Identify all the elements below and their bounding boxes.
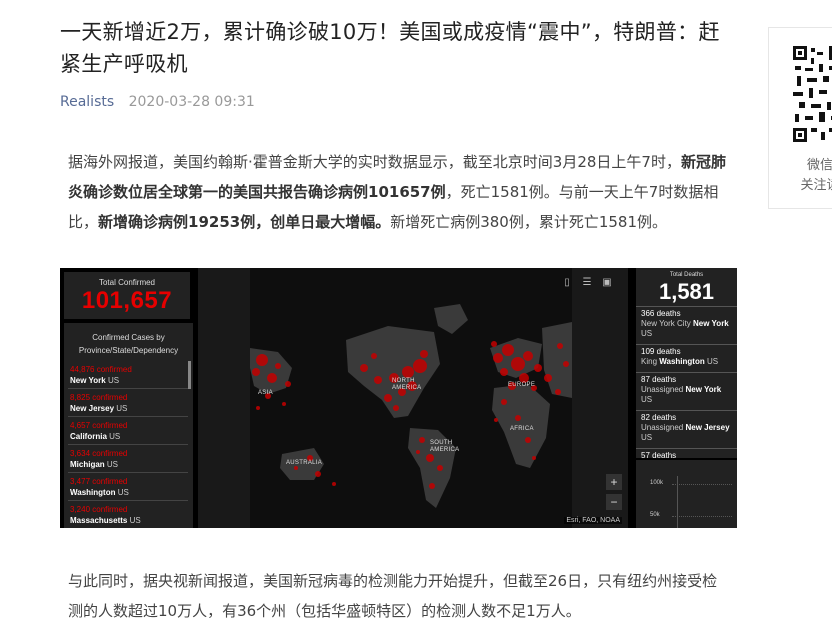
list-icon[interactable]: ☰ (580, 276, 594, 290)
death-count: 366 deaths (641, 309, 681, 318)
case-count: 8,825 confirmed (70, 393, 128, 402)
bookmark-icon[interactable]: ▯ (560, 276, 574, 290)
case-country: US (109, 432, 121, 441)
death-place-bold: New York (685, 385, 722, 394)
paragraph-2: 与此同时，据央视新闻报道，美国新冠病毒的检测能力开始提升，但截至26日，只有纽约… (68, 572, 718, 620)
death-country: US (641, 395, 653, 404)
case-place: California (70, 432, 107, 441)
paragraph-1: 据海外网报道，美国约翰斯·霍普金斯大学的实时数据显示，截至北京时间3月28日上午… (68, 147, 732, 237)
graph-grid-line (672, 516, 732, 517)
map-landmasses (250, 268, 572, 528)
article-title: 一天新增近2万，累计确诊破10万！美国或成疫情“震中”，特朗普：赶紧生产呼吸机 (60, 20, 720, 76)
list-item[interactable]: 44,876 confirmed New York US (68, 361, 188, 389)
death-place-plain: Unassigned (641, 385, 684, 394)
death-row[interactable]: 87 deaths Unassigned New York US (636, 372, 737, 407)
list-item[interactable]: 4,657 confirmed California US (68, 417, 188, 445)
wechat-follow-box[interactable]: 微信 关注读 (768, 27, 832, 209)
case-count: 4,657 confirmed (70, 421, 128, 430)
case-count: 3,634 confirmed (70, 449, 128, 458)
death-place-bold: Washington (659, 357, 705, 366)
region-label-australia: AUSTRALIA (286, 460, 323, 466)
case-place: New York (70, 376, 106, 385)
wechat-follow-text: 微信 关注读 (785, 156, 832, 196)
region-label-asia: ASIA (258, 390, 273, 396)
follow-label: 关注读 (800, 178, 832, 193)
death-place-bold: New Jersey (685, 423, 730, 432)
case-country: US (106, 460, 119, 469)
confirmed-cases-panel: Confirmed Cases by Province/State/Depend… (64, 323, 193, 528)
case-place: Massachusetts (70, 516, 128, 525)
confirmed-cases-list: 44,876 confirmed New York US 8,825 confir… (68, 361, 188, 528)
p1-text-a: 据海外网报道，美国约翰斯·霍普金斯大学的实时数据显示，截至北京时间3月28日上午… (68, 153, 681, 171)
map-toolbar: ▯ ☰ ▣ (560, 276, 620, 292)
qr-icon[interactable]: ▣ (600, 276, 614, 290)
total-confirmed-label: Total Confirmed (98, 278, 156, 287)
case-count: 3,240 confirmed (70, 505, 128, 514)
death-place-bold: New York (693, 319, 729, 328)
author-link[interactable]: Realists (60, 94, 114, 110)
death-place-plain: King (641, 357, 658, 366)
world-map[interactable]: ASIA NORTH AMERICA EUROPE AFRICA SOUTH A… (198, 268, 628, 528)
region-label-north-america: NORTH AMERICA (392, 378, 422, 391)
trend-graph: 100k 50k (636, 460, 737, 528)
case-count: 3,477 confirmed (70, 477, 128, 486)
total-deaths-panel: Total Deaths 1,581 366 deaths New York Ci… (636, 268, 737, 460)
case-count: 44,876 confirmed (70, 365, 132, 374)
wechat-label: 微信 (806, 158, 832, 173)
region-label-south-america: SOUTH AMERICA (430, 440, 460, 453)
graph-label-top: 100k (650, 480, 664, 486)
list-item[interactable]: 3,477 confirmed Washington US (68, 473, 188, 501)
cases-scrollbar[interactable] (188, 361, 191, 389)
case-country: US (116, 404, 128, 413)
case-country: US (117, 488, 129, 497)
zoom-out-button[interactable]: − (606, 494, 622, 510)
total-deaths-label: Total Deaths (669, 272, 704, 278)
total-confirmed-panel: Total Confirmed 101,657 (64, 272, 190, 319)
region-label-africa: AFRICA (510, 426, 534, 432)
death-country: US (706, 357, 719, 366)
death-count: 87 deaths (641, 375, 677, 384)
case-place: Washington (70, 488, 116, 497)
list-item[interactable]: 8,825 confirmed New Jersey US (68, 389, 188, 417)
death-place-plain: New York City (641, 319, 691, 328)
p1-bold-d: 新增确诊病例19253例，创单日最大增幅。 (98, 213, 391, 231)
death-country: US (641, 329, 653, 338)
qr-code-icon (793, 46, 832, 142)
death-row[interactable]: 82 deaths Unassigned New Jersey US (636, 410, 737, 445)
death-place-plain: Unassigned (641, 423, 684, 432)
death-count: 109 deaths (641, 347, 681, 356)
region-label-europe: EUROPE (508, 382, 536, 388)
covid-dashboard-image: Total Confirmed 101,657 Confirmed Cases … (60, 268, 737, 528)
total-deaths-value: 1,581 (658, 279, 715, 304)
total-confirmed-value: 101,657 (81, 287, 173, 314)
article-meta: Realists 2020-03-28 09:31 (60, 94, 255, 110)
p1-text-e: 新增死亡病例380例，累计死亡1581例。 (390, 213, 668, 231)
death-country: US (641, 433, 653, 442)
case-country: US (129, 516, 141, 525)
case-country: US (107, 376, 120, 385)
list-item[interactable]: 3,240 confirmed Massachusetts US (68, 501, 188, 528)
case-place: New Jersey (70, 404, 115, 413)
graph-grid-line (672, 484, 732, 485)
case-place: Michigan (70, 460, 105, 469)
death-row[interactable]: 366 deaths New York City New York US (636, 306, 737, 341)
zoom-in-button[interactable]: + (606, 474, 622, 490)
publish-date: 2020-03-28 09:31 (128, 94, 255, 110)
death-count: 82 deaths (641, 413, 677, 422)
list-item[interactable]: 3,634 confirmed Michigan US (68, 445, 188, 473)
map-credit: Esri, FAO, NOAA (564, 517, 622, 524)
confirmed-cases-header: Confirmed Cases by Province/State/Depend… (78, 333, 179, 355)
death-row[interactable]: 109 deaths King Washington US (636, 344, 737, 369)
graph-label-mid: 50k (650, 512, 660, 518)
